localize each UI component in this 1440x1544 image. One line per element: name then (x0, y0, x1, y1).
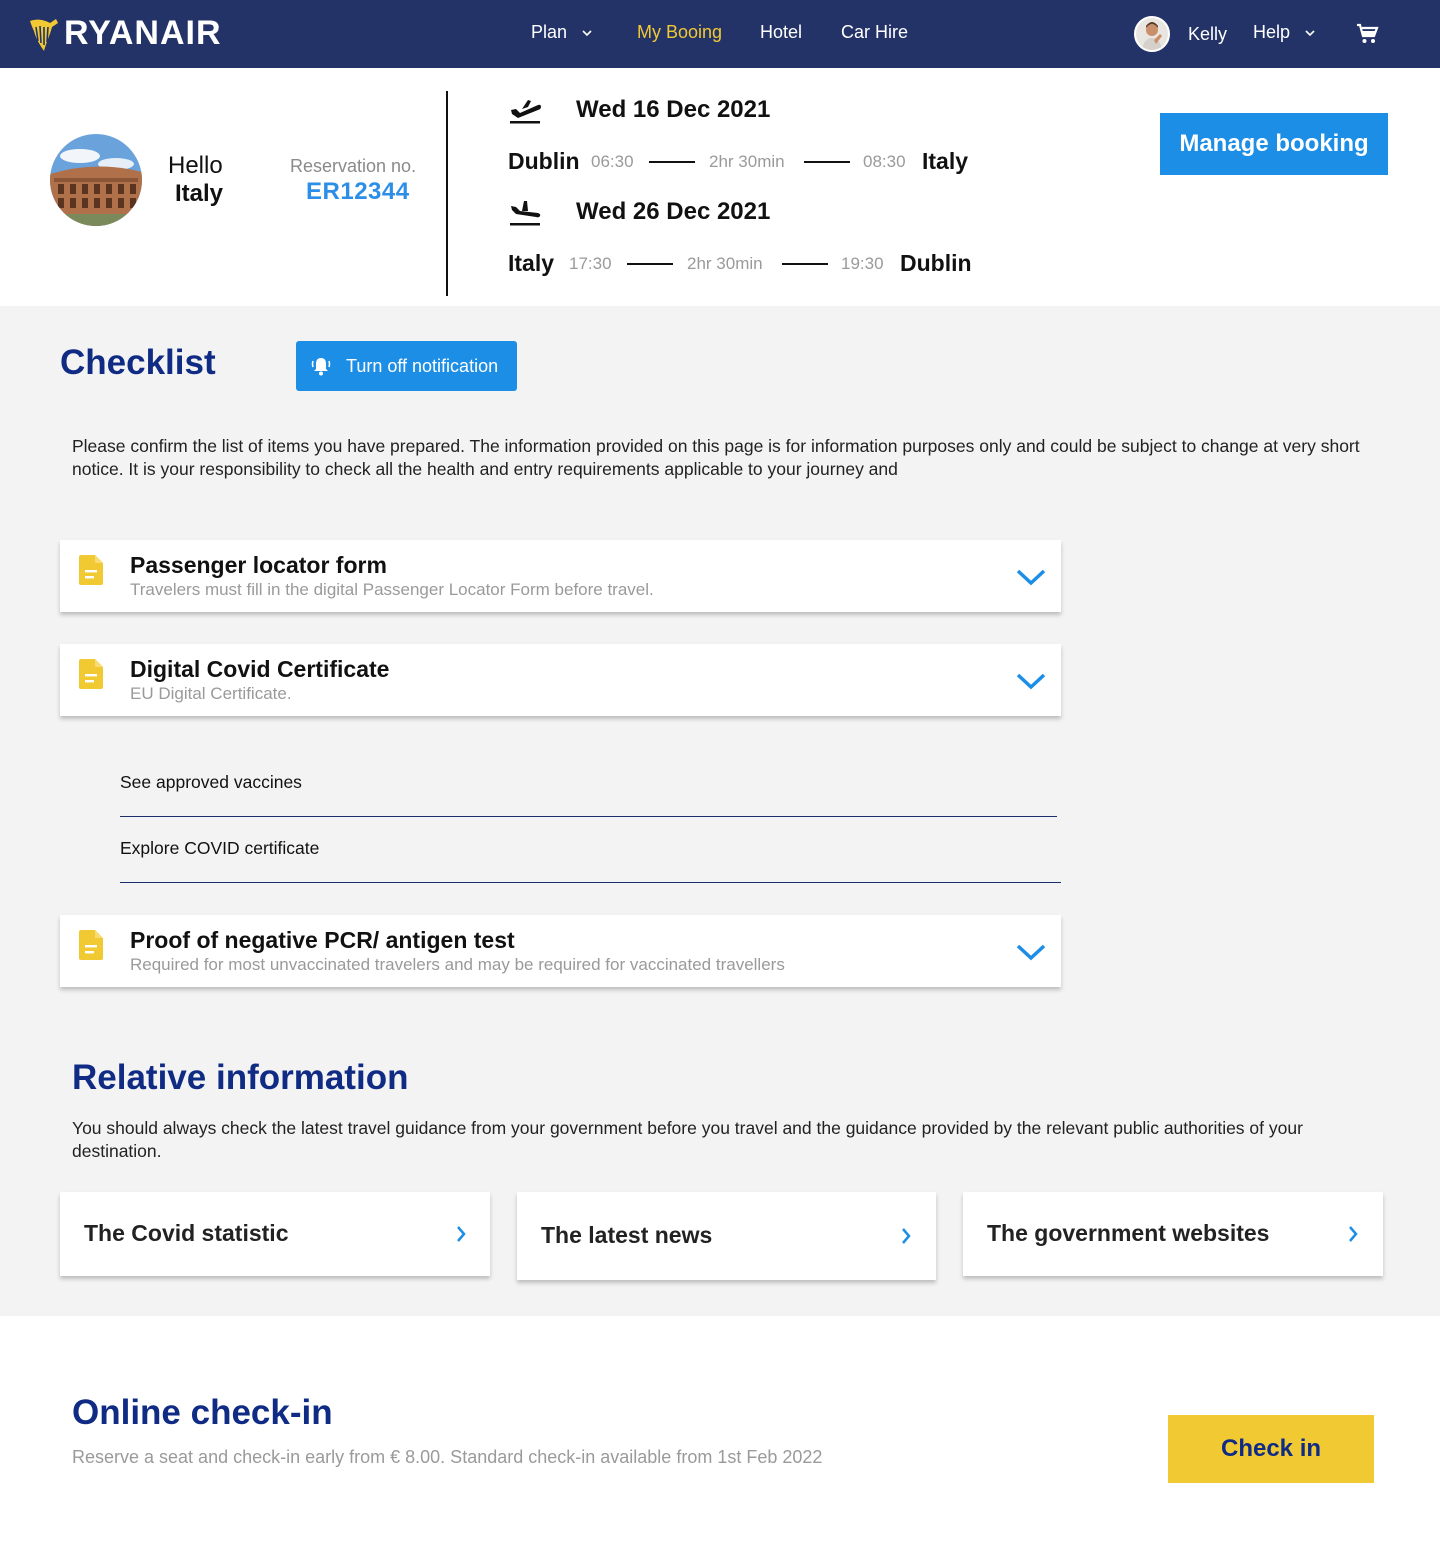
divider (120, 882, 1061, 883)
outbound-date: Wed 16 Dec 2021 (576, 96, 771, 123)
vertical-divider (446, 91, 448, 296)
check-in-button[interactable]: Check in (1168, 1415, 1374, 1483)
outbound-arrive-time: 08:30 (863, 152, 906, 171)
outbound-from: Dublin (508, 148, 580, 174)
route-line (804, 161, 850, 163)
online-check-in-heading: Online check-in (72, 1393, 333, 1432)
takeoff-icon (510, 100, 541, 124)
chevron-right-icon (1349, 1226, 1358, 1242)
nav-help[interactable]: Help (1253, 22, 1316, 43)
turn-off-notification-button[interactable]: Turn off notification (296, 341, 517, 391)
return-arrive-time: 19:30 (841, 254, 884, 273)
harp-logo-icon (30, 18, 58, 51)
nav-help-label: Help (1253, 22, 1291, 42)
nav-hotel-label: Hotel (760, 22, 803, 42)
online-check-in-subtitle: Reserve a seat and check-in early from €… (72, 1447, 823, 1467)
covid-statistic-card[interactable]: The Covid statistic (60, 1192, 490, 1276)
divider (120, 816, 1057, 817)
checklist-item-negative-test[interactable]: Proof of negative PCR/ antigen test Requ… (60, 915, 1061, 987)
latest-news-card[interactable]: The latest news (517, 1192, 936, 1280)
document-icon (79, 930, 103, 960)
see-approved-vaccines-link[interactable]: See approved vaccines (120, 772, 302, 793)
explore-covid-certificate-link[interactable]: Explore COVID certificate (120, 838, 319, 859)
outbound-to: Italy (922, 148, 969, 174)
user-avatar[interactable] (1134, 16, 1170, 52)
return-duration: 2hr 30min (687, 254, 763, 273)
top-navigation-bar: RYANAIR Plan My Booing Hotel Car Hire Ke… (0, 0, 1440, 68)
chevron-right-icon (457, 1226, 466, 1242)
user-photo-icon (1136, 18, 1168, 50)
checklist-item-subtitle: Required for most unvaccinated travelers… (130, 955, 785, 974)
return-to: Dublin (900, 250, 972, 276)
landing-icon (510, 201, 541, 226)
government-websites-card[interactable]: The government websites (963, 1192, 1383, 1276)
greeting: Hello (168, 152, 223, 179)
destination-photo (50, 134, 142, 226)
destination-name: Italy (175, 180, 224, 207)
nav-plan-label: Plan (531, 22, 568, 42)
nav-car-hire-label: Car Hire (841, 22, 909, 42)
ryanair-logo[interactable]: RYANAIR (28, 14, 222, 53)
cart-icon[interactable] (1356, 22, 1380, 46)
nav-hotel[interactable]: Hotel (760, 22, 802, 43)
nav-my-booking-label: My Booing (637, 22, 723, 42)
manage-booking-button[interactable]: Manage booking (1160, 113, 1388, 175)
nav-my-booking[interactable]: My Booing (637, 22, 722, 43)
checklist-item-subtitle: Travelers must fill in the digital Passe… (130, 580, 654, 599)
latest-news-label: The latest news (541, 1222, 713, 1248)
relative-information-description: You should always check the latest trave… (72, 1118, 1303, 1161)
return-from: Italy (508, 250, 555, 276)
brand-wordmark: RYANAIR (64, 14, 222, 52)
route-line (627, 263, 673, 265)
checklist-heading: Checklist (60, 343, 216, 382)
reservation-number: ER12344 (306, 178, 410, 205)
booking-summary: Hello Italy Reservation no. ER12344 Wed … (0, 68, 1440, 306)
route-line (649, 161, 695, 163)
checklist-item-title: Digital Covid Certificate (130, 656, 390, 682)
chevron-down-icon[interactable] (1015, 566, 1047, 588)
checklist-description: Please confirm the list of items you hav… (72, 436, 1360, 479)
checklist-item-digital-covid-certificate[interactable]: Digital Covid Certificate EU Digital Cer… (60, 644, 1061, 716)
colosseum-image-icon (50, 134, 142, 226)
outbound-duration: 2hr 30min (709, 152, 785, 171)
checklist-item-subtitle: EU Digital Certificate. (130, 684, 292, 703)
return-date: Wed 26 Dec 2021 (576, 198, 771, 225)
government-websites-label: The government websites (987, 1220, 1270, 1246)
document-icon (79, 555, 103, 585)
checklist-item-passenger-locator[interactable]: Passenger locator form Travelers must fi… (60, 540, 1061, 612)
relative-information-heading: Relative information (72, 1058, 409, 1097)
route-line (782, 263, 828, 265)
user-name-label: Kelly (1188, 24, 1228, 44)
chevron-right-icon (902, 1228, 911, 1244)
checklist-item-title: Proof of negative PCR/ antigen test (130, 927, 515, 953)
checklist-item-title: Passenger locator form (130, 552, 387, 578)
online-check-in-section: Online check-in Reserve a seat and check… (0, 1316, 1440, 1544)
chevron-down-icon (1305, 29, 1315, 36)
turn-off-notification-label: Turn off notification (346, 355, 499, 376)
chevron-down-icon (582, 29, 592, 36)
user-name[interactable]: Kelly (1188, 24, 1227, 45)
document-icon (79, 659, 103, 689)
covid-statistic-label: The Covid statistic (84, 1220, 289, 1246)
nav-plan[interactable]: Plan (531, 22, 593, 43)
return-depart-time: 17:30 (569, 254, 612, 273)
outbound-depart-time: 06:30 (591, 152, 634, 171)
bell-icon (311, 358, 331, 376)
chevron-down-icon[interactable] (1015, 941, 1047, 963)
chevron-down-icon[interactable] (1015, 670, 1047, 692)
reservation-label: Reservation no. (290, 156, 417, 176)
nav-car-hire[interactable]: Car Hire (841, 22, 908, 43)
